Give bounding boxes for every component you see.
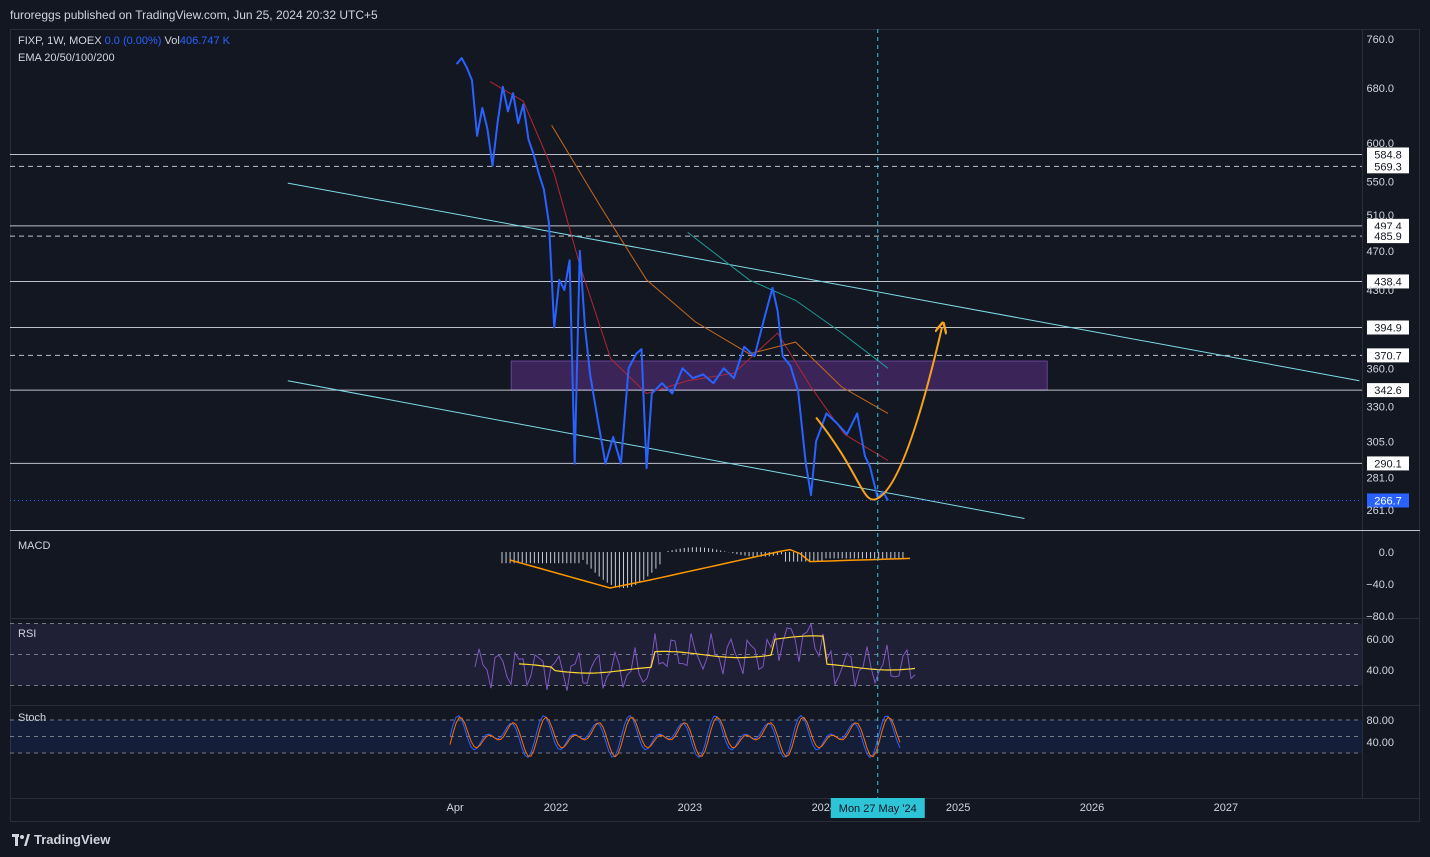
bottom-bar: TradingView	[0, 822, 1430, 857]
time-tick-label: 2023	[678, 802, 702, 814]
channel-lower-line[interactable]	[287, 380, 1025, 519]
tradingview-brand[interactable]: TradingView	[12, 832, 110, 847]
publish-info: furoreggs published on TradingView.com, …	[10, 8, 378, 22]
price-tick-label: 330.0	[1366, 402, 1394, 414]
time-tick-label: 2027	[1214, 802, 1238, 814]
stoch-pane-label: Stoch	[18, 712, 47, 724]
price-tick-label: 281.0	[1366, 472, 1394, 484]
macd-tick-label: 0.0	[1379, 547, 1394, 559]
projection-curve[interactable]	[815, 328, 942, 501]
price-tick-label: 430.0	[1366, 285, 1394, 297]
level-label: 569.3	[1374, 161, 1402, 173]
price-tick-label: 470.0	[1366, 246, 1394, 258]
time-tick-label: 2025	[946, 802, 970, 814]
stoch-tick-label: 80.00	[1366, 715, 1394, 727]
price-tick-label: 550.0	[1366, 177, 1394, 189]
legend-symbol: FIXP, 1W, MOEX	[18, 35, 102, 47]
level-label: 394.9	[1374, 323, 1402, 335]
price-line	[455, 57, 889, 502]
chart-canvas[interactable]: 584.8569.3497.4485.9438.4394.9370.7342.6…	[10, 29, 1420, 822]
ema20-line	[489, 81, 889, 461]
rsi-pane-label: RSI	[18, 628, 37, 640]
top-bar: furoreggs published on TradingView.com, …	[0, 0, 1430, 30]
legend-main: FIXP, 1W, MOEX 0.0 (0.00%) Vol406.747 K	[18, 35, 230, 47]
legend-ema: EMA 20/50/100/200	[18, 52, 115, 64]
tradingview-logo-icon	[12, 833, 30, 846]
price-tick-label: 760.0	[1366, 34, 1394, 46]
legend-vol-value: 406.747 K	[179, 35, 230, 47]
time-tick-label: 2026	[1080, 802, 1104, 814]
time-tick-label: 2022	[544, 802, 568, 814]
macd-tick-label: −80.0	[1366, 611, 1394, 623]
brand-label: TradingView	[34, 832, 111, 847]
price-tick-label: 360.0	[1366, 363, 1394, 375]
price-tick-label: 261.0	[1366, 505, 1394, 517]
level-label: 342.6	[1374, 385, 1402, 397]
level-label: 290.1	[1374, 458, 1402, 470]
price-tick-label: 600.0	[1366, 138, 1394, 150]
crosshair-time-label: Mon 27 May '24	[839, 803, 917, 815]
rsi-tick-label: 60.00	[1366, 634, 1394, 646]
level-label: 370.7	[1374, 350, 1402, 362]
level-label: 485.9	[1374, 231, 1402, 243]
legend-vol-label: Vol	[164, 35, 180, 47]
rsi-tick-label: 40.00	[1366, 665, 1394, 677]
ema100-line	[687, 232, 889, 369]
price-tick-label: 305.0	[1366, 436, 1394, 448]
time-tick-label: Apr	[447, 802, 464, 814]
macd-pane-label: MACD	[18, 540, 51, 552]
price-tick-label: 510.0	[1366, 210, 1394, 222]
stoch-tick-label: 40.00	[1366, 737, 1394, 749]
macd-tick-label: −40.0	[1366, 579, 1394, 591]
legend-change: 0.0 (0.00%)	[104, 35, 162, 47]
price-tick-label: 680.0	[1366, 83, 1394, 95]
